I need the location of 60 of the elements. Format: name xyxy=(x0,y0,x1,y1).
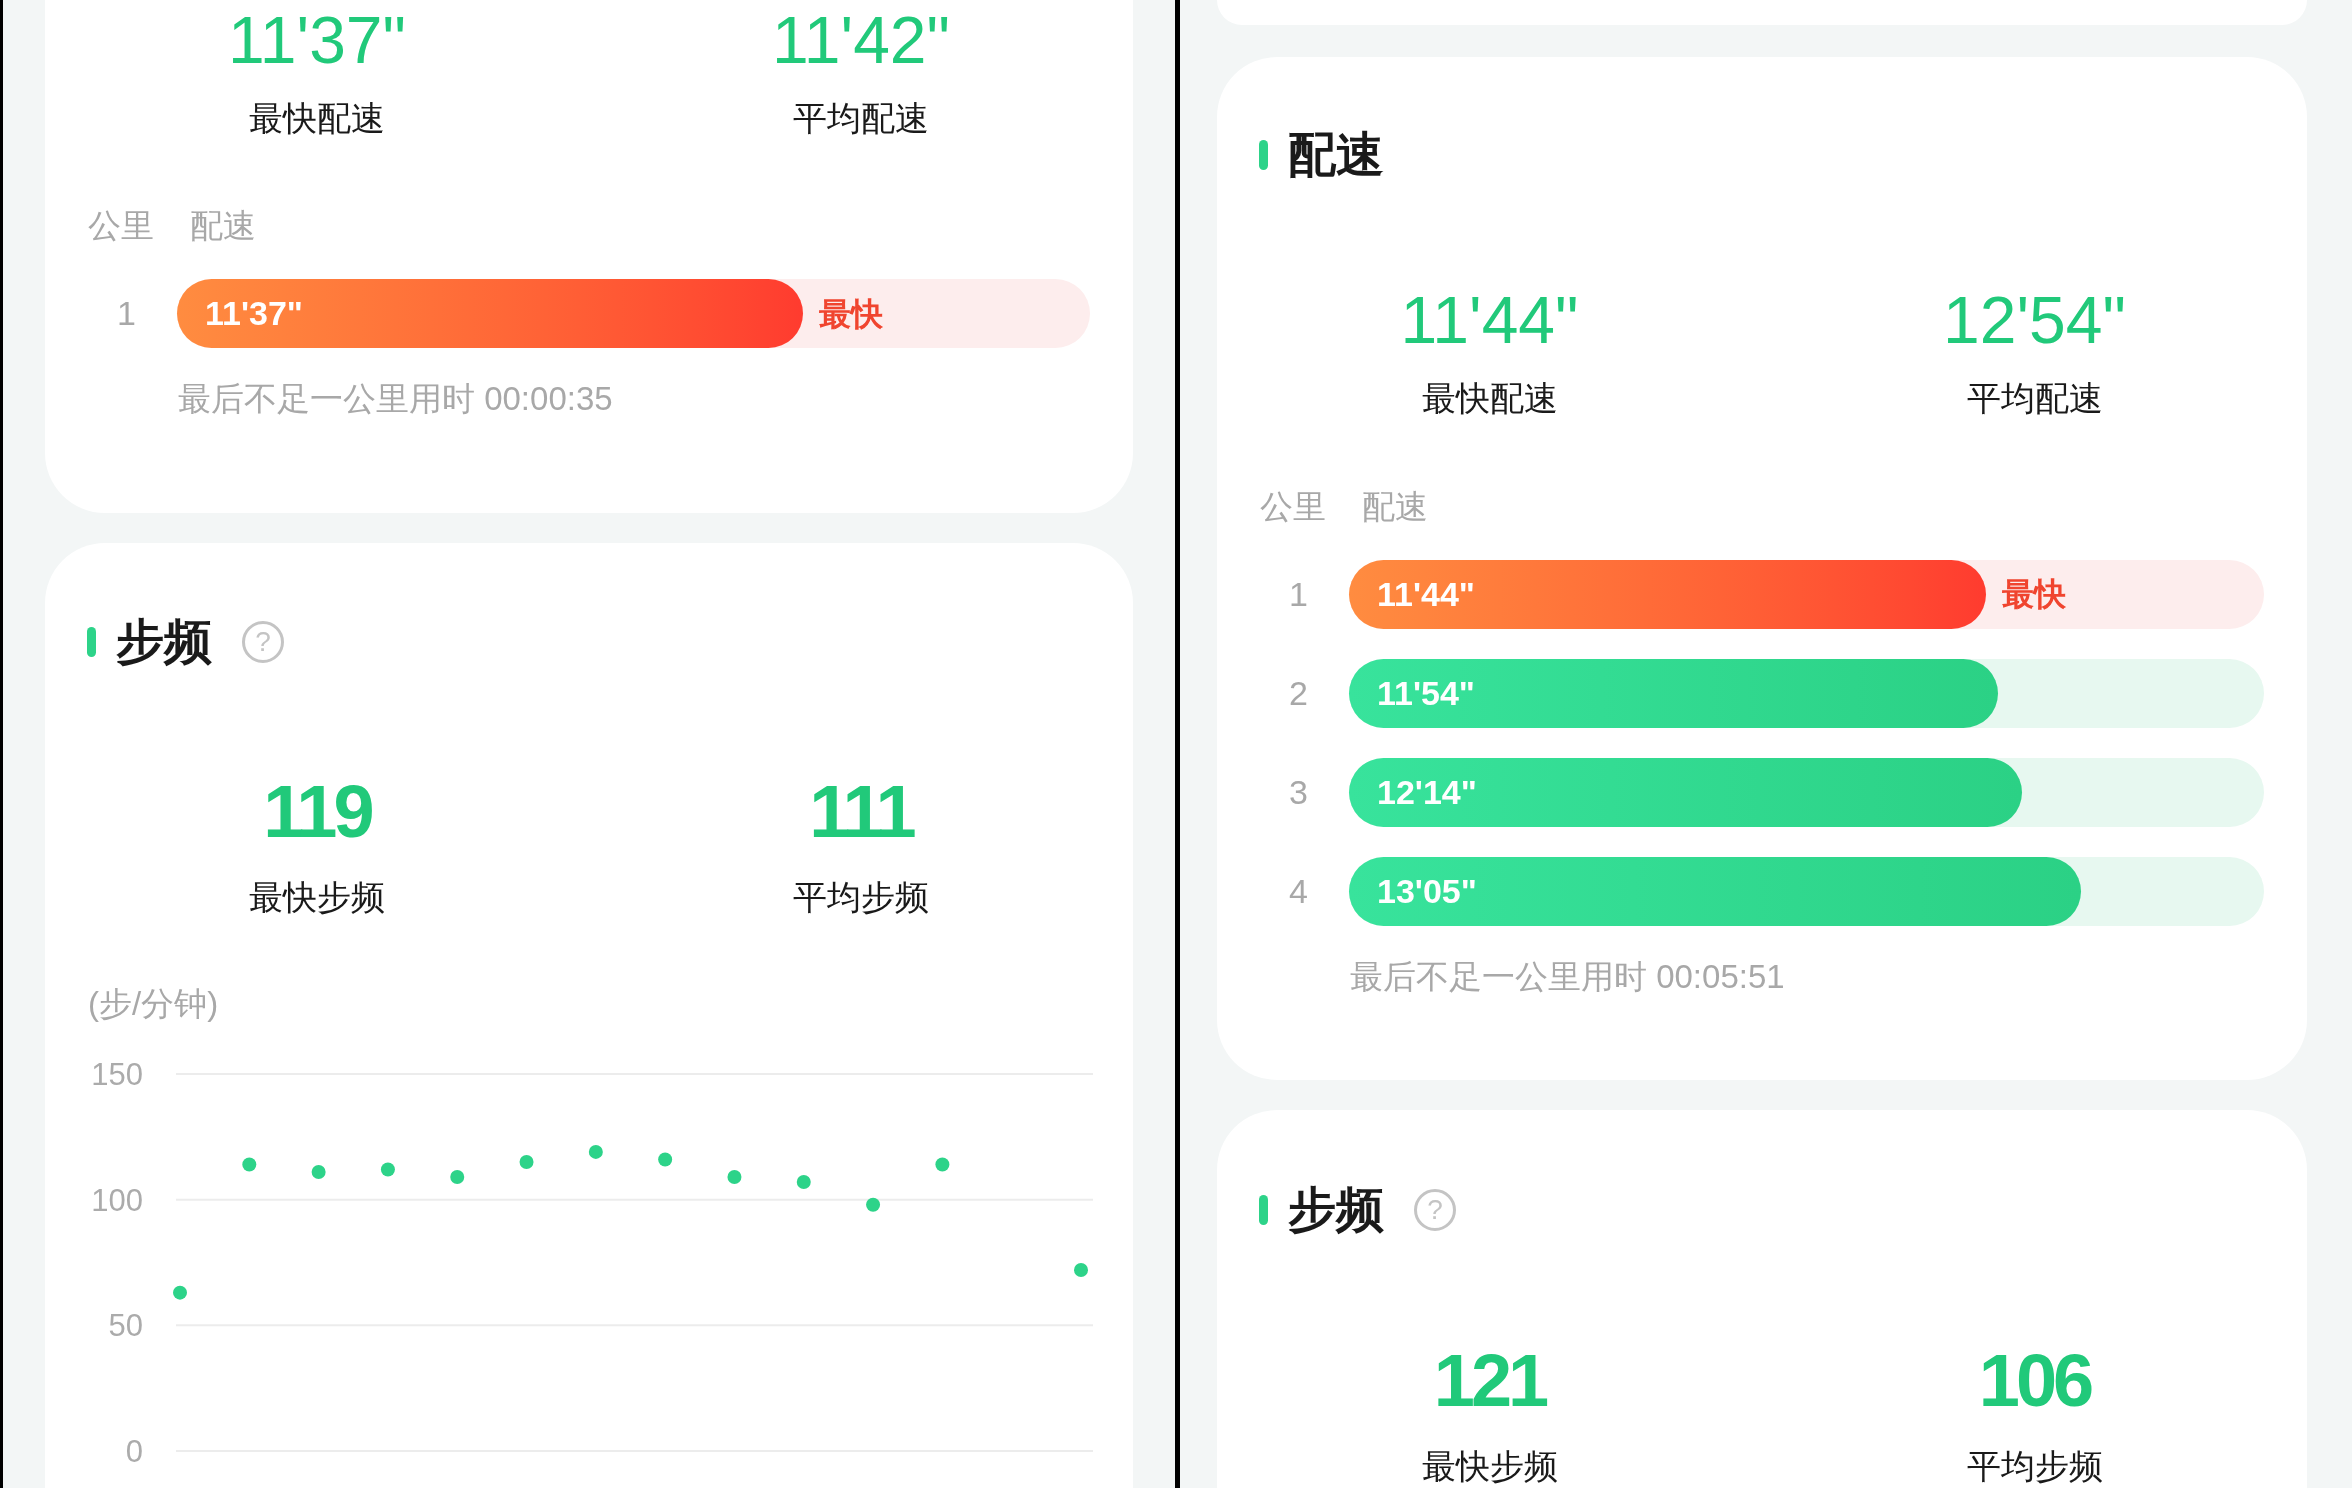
axis-tick-label: 0 xyxy=(125,1434,143,1464)
bar-fill: 11'54" xyxy=(1349,658,1998,728)
data-point xyxy=(658,1152,673,1167)
stat-value: 12'54" xyxy=(1943,284,2126,355)
km-number: 2 xyxy=(1288,672,1309,714)
data-point xyxy=(450,1170,465,1185)
data-point xyxy=(519,1154,534,1169)
column-header: 公里 xyxy=(1260,486,1326,527)
stat-label: 最快配速 xyxy=(1421,377,1558,419)
help-icon[interactable]: ? xyxy=(1414,1189,1456,1231)
data-point xyxy=(311,1165,326,1179)
column-header: 配速 xyxy=(190,206,256,246)
data-point xyxy=(866,1197,881,1212)
column-header: 公里 xyxy=(88,206,154,246)
km-number: 4 xyxy=(1288,870,1309,912)
remainder-note: 最后不足一公里用时 00:05:51 xyxy=(1349,956,1786,997)
stat-value: 119 xyxy=(263,772,371,852)
stat-label: 平均步频 xyxy=(793,877,929,918)
bar-fill: 11'44" xyxy=(1349,559,1986,629)
help-icon[interactable]: ? xyxy=(242,621,284,663)
axis-tick-label: 100 xyxy=(91,1182,143,1218)
stat-label: 平均配速 xyxy=(793,98,929,139)
fastest-label: 最快 xyxy=(819,294,884,334)
column-header: 配速 xyxy=(1362,486,1428,527)
stat-label: 平均步频 xyxy=(1966,1446,2103,1487)
km-number: 1 xyxy=(1288,573,1309,615)
stat-value: 11'37" xyxy=(228,5,406,75)
bar-fill: 12'14" xyxy=(1349,757,2022,827)
bar-fill: 13'05" xyxy=(1349,856,2081,926)
stat-value: 111 xyxy=(809,772,913,852)
remainder-note: 最后不足一公里用时 00:00:35 xyxy=(177,379,614,419)
axis-tick-label: 150 xyxy=(91,1057,143,1092)
section-title: 配速 xyxy=(1288,126,1384,183)
data-point xyxy=(242,1157,257,1172)
stat-value: 121 xyxy=(1433,1341,1546,1421)
data-point xyxy=(588,1144,603,1159)
data-point xyxy=(1074,1263,1088,1278)
stat-value: 11'44" xyxy=(1400,284,1579,355)
data-point xyxy=(173,1285,187,1300)
stat-label: 最快步频 xyxy=(249,877,385,918)
stat-value: 11'42" xyxy=(772,5,950,75)
stat-label: 最快配速 xyxy=(249,98,385,139)
accent-bar xyxy=(1259,139,1268,170)
axis-unit: (步/分钟) xyxy=(87,984,220,1024)
section-title: 步频 xyxy=(116,614,212,670)
axis-tick-label: 50 xyxy=(108,1308,143,1344)
accent-bar xyxy=(1259,1195,1268,1225)
stat-value: 106 xyxy=(1978,1341,2091,1421)
stat-label: 最快步频 xyxy=(1421,1446,1558,1487)
accent-bar xyxy=(87,627,96,657)
data-point xyxy=(727,1170,742,1185)
km-number: 3 xyxy=(1288,771,1309,813)
data-point xyxy=(796,1175,811,1190)
bar-fill: 11'37" xyxy=(177,279,804,348)
stat-label: 平均配速 xyxy=(1966,377,2103,419)
data-point xyxy=(935,1157,950,1172)
data-point xyxy=(380,1162,395,1177)
fastest-label: 最快 xyxy=(2001,575,2066,615)
km-number: 1 xyxy=(116,293,137,334)
section-title: 步频 xyxy=(1288,1182,1384,1238)
